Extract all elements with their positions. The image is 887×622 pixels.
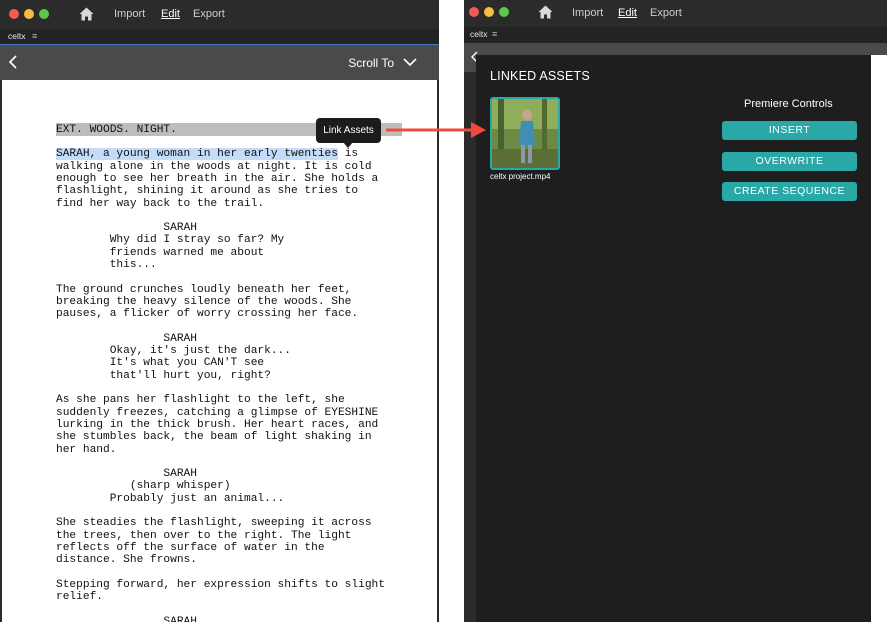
home-icon[interactable] [79,7,94,21]
script-document[interactable]: EXT. WOODS. NIGHT. SARAH, a young woman i… [2,80,437,622]
premiere-panel-window: Import Edit Export celtx ≡ LINKED ASSETS [464,0,887,622]
page: Import Edit Export celtx ≡ Scroll To EXT… [0,0,887,622]
tab-celtx[interactable]: celtx [8,31,25,41]
script-line: SARAH [56,332,197,345]
script-line-rest: is [337,148,359,161]
script-line: enough to see her breath in the air. She… [56,172,379,185]
right-titlebar: Import Edit Export [464,0,887,27]
overwrite-button[interactable]: OVERWRITE [722,152,857,171]
script-line: this... [56,259,157,271]
script-toolbar: Scroll To [0,45,439,80]
script-line: walking alone in the woods at night. It … [56,160,372,173]
asset-filename: celtx project.mp4 [490,172,551,181]
script-line: distance. She frowns. [56,554,197,567]
script-line: breaking the heavy silence of the woods.… [56,295,352,308]
script-line: reflects off the surface of water in the [56,541,325,554]
hamburger-menu-icon[interactable]: ≡ [492,29,497,39]
left-tabbar: celtx ≡ [0,29,439,45]
premiere-controls-title: Premiere Controls [744,98,833,110]
minimize-window-button[interactable] [484,7,494,17]
script-line: she stumbles back, the beam of light sha… [56,431,372,444]
script-line: lurking in the thick brush. Her heart ra… [56,418,379,431]
panel-title: LINKED ASSETS [490,69,590,83]
maximize-window-button[interactable] [39,9,49,19]
tab-celtx[interactable]: celtx [470,29,487,39]
script-line: relief. [56,591,103,604]
script-line: The ground crunches loudly beneath her f… [56,283,352,296]
close-window-button[interactable] [9,9,19,19]
script-line: (sharp whisper) [56,480,231,493]
scroll-to-button[interactable]: Scroll To [348,56,394,70]
script-line: Why did I stray so far? My [56,234,285,247]
minimize-window-button[interactable] [24,9,34,19]
script-editor-window: Import Edit Export celtx ≡ Scroll To EXT… [0,0,439,622]
tooltip-tail [343,142,353,148]
script-line: find her way back to the trail. [56,197,265,210]
right-tabbar: celtx ≡ [464,27,887,43]
menu-import[interactable]: Import [572,7,603,19]
insert-button[interactable]: INSERT [722,121,857,140]
script-line: Okay, it's just the dark... [56,345,291,358]
script-line: the trees, then over to the right. The l… [56,529,352,542]
menu-export[interactable]: Export [193,8,225,20]
script-line: pauses, a flicker of worry crossing her … [56,308,359,321]
menu-export[interactable]: Export [650,7,682,19]
script-line: As she pans her flashlight to the left, … [56,394,345,407]
create-sequence-button[interactable]: CREATE SEQUENCE [722,182,857,201]
menu-edit[interactable]: Edit [161,8,180,20]
maximize-window-button[interactable] [499,7,509,17]
hamburger-menu-icon[interactable]: ≡ [32,31,37,41]
script-line: flashlight, shining it around as she tri… [56,185,359,198]
scene-heading: EXT. WOODS. NIGHT. [56,124,177,136]
video-thumbnail-image [492,99,558,168]
script-line: SARAH, a young woman in her early twenti… [56,148,359,161]
selected-text-highlight[interactable]: SARAH, a young woman in her early twenti… [56,148,338,161]
script-line: SARAH [56,615,197,622]
close-window-button[interactable] [469,7,479,17]
panel-edge [871,55,887,622]
script-line: She steadies the flashlight, sweeping it… [56,517,372,530]
script-line: suddenly freezes, catching a glimpse of … [56,406,379,419]
script-line: friends warned me about [56,246,265,259]
link-assets-tooltip[interactable]: Link Assets [316,118,381,143]
window-gap [439,0,464,622]
script-line: that'll hurt you, right? [56,369,271,382]
script-line: Probably just an animal... [56,492,285,505]
script-line: SARAH [56,468,197,481]
chevron-left-icon[interactable] [8,55,20,69]
linked-assets-panel: LINKED ASSETS celtx project.mp4 Premiere… [476,55,871,622]
home-icon[interactable] [538,5,553,19]
menu-import[interactable]: Import [114,8,145,20]
left-titlebar: Import Edit Export [0,0,439,29]
asset-thumbnail[interactable] [490,97,560,170]
script-line: It's what you CAN'T see [56,357,265,370]
script-line: Stepping forward, her expression shifts … [56,578,385,591]
chevron-down-icon[interactable] [403,57,417,67]
script-line: her hand. [56,443,117,456]
menu-edit[interactable]: Edit [618,7,637,19]
script-line: SARAH [56,222,197,235]
